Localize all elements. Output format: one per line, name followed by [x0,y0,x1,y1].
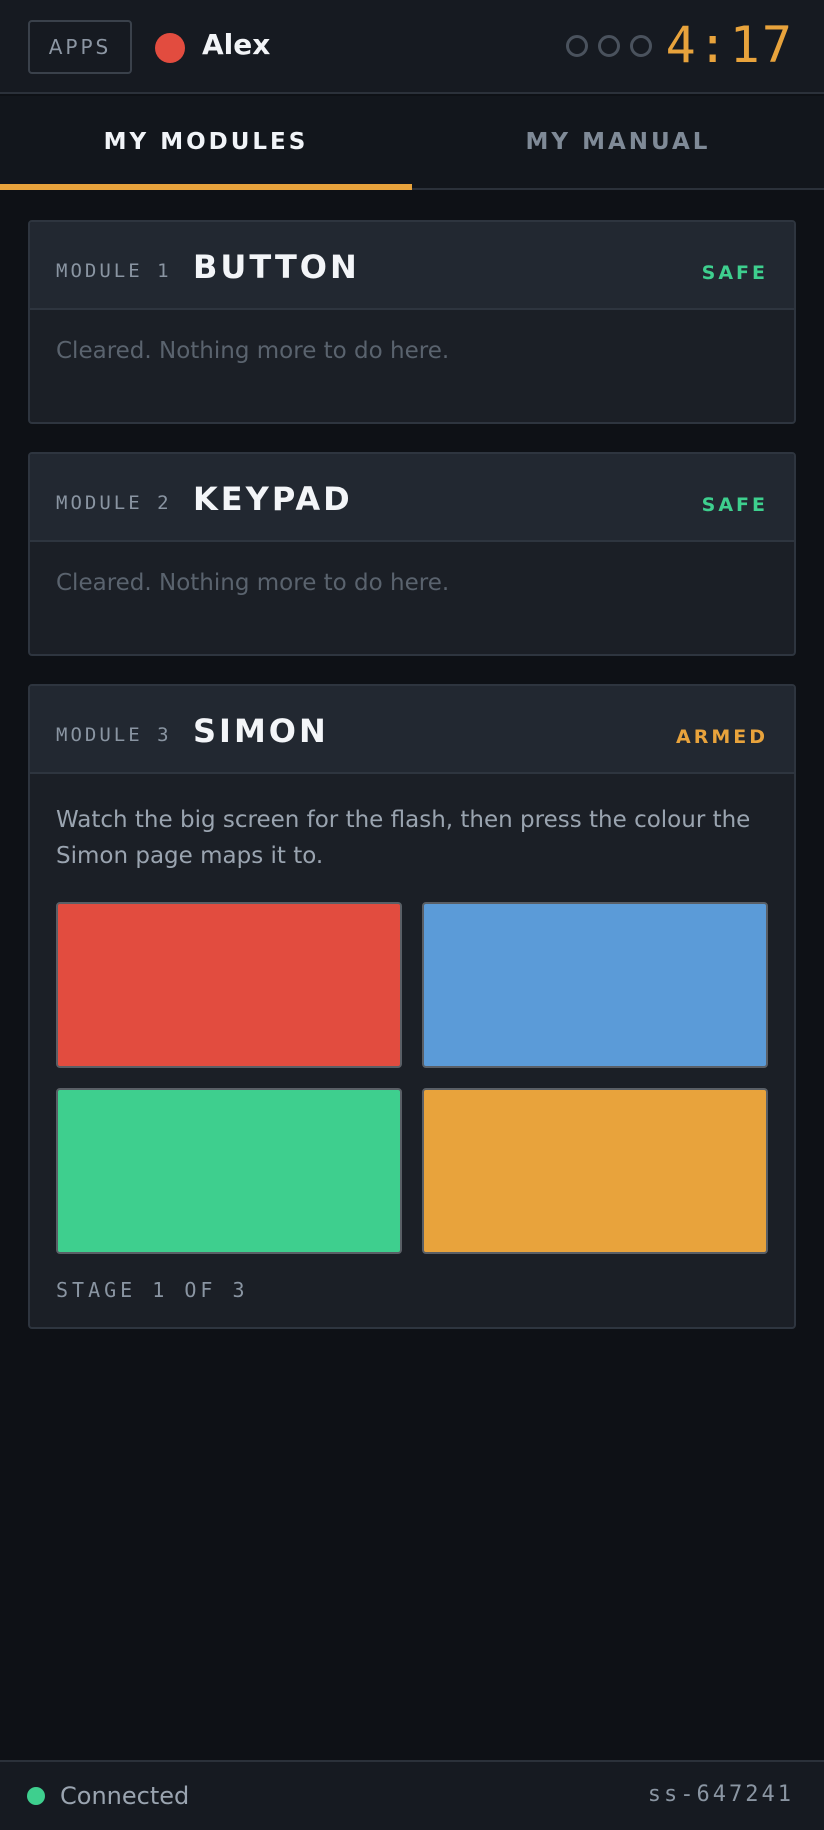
simon-green-button[interactable] [56,1088,402,1254]
module-status-badge: ARMED [676,726,768,748]
module-card-simon: MODULE 3 SIMON ARMED Watch the big scree… [28,684,796,1329]
strike-icon [598,35,620,57]
tab-my-modules[interactable]: MY MODULES [0,96,412,190]
simon-blue-button[interactable] [422,902,768,1068]
module-number: MODULE 3 [56,724,172,746]
module-body: Watch the big screen for the flash, then… [30,774,794,1327]
simon-instructions: Watch the big screen for the flash, then… [56,807,751,869]
simon-button-grid [56,902,768,1254]
player-color-dot [155,33,185,63]
strike-icon [630,35,652,57]
simon-stage-indicator: STAGE 1 OF 3 [56,1278,249,1302]
game-page: APPS Alex 4:17 MY MODULES MY MANUAL MODU… [0,0,824,1830]
module-header: MODULE 2 KEYPAD SAFE [30,454,794,542]
connection-status-dot [27,1787,45,1805]
module-header: MODULE 1 BUTTON SAFE [30,222,794,310]
module-cleared-message: Cleared. Nothing more to do here. [56,338,450,364]
simon-red-button[interactable] [56,902,402,1068]
module-body: Cleared. Nothing more to do here. [30,542,794,624]
tab-my-manual[interactable]: MY MANUAL [412,96,824,188]
module-status-badge: SAFE [701,494,768,516]
apps-button[interactable]: APPS [28,20,132,74]
tab-bar: MY MODULES MY MANUAL [0,96,824,190]
module-name: BUTTON [193,248,360,286]
simon-yellow-button[interactable] [422,1088,768,1254]
player-name: Alex [202,28,271,61]
module-number: MODULE 1 [56,260,172,282]
session-id: ss-647241 [647,1782,794,1807]
module-status-badge: SAFE [701,262,768,284]
connection-status: Connected [60,1782,190,1810]
top-bar: APPS Alex 4:17 [0,0,824,94]
module-header: MODULE 3 SIMON ARMED [30,686,794,774]
strike-indicators [566,35,652,57]
strike-icon [566,35,588,57]
module-name: SIMON [193,712,329,750]
countdown-timer: 4:17 [665,16,794,74]
module-number: MODULE 2 [56,492,172,514]
module-card-keypad: MODULE 2 KEYPAD SAFE Cleared. Nothing mo… [28,452,796,656]
module-name: KEYPAD [193,480,353,518]
status-bar: Connected ss-647241 [0,1760,824,1830]
module-cleared-message: Cleared. Nothing more to do here. [56,570,450,596]
module-card-button: MODULE 1 BUTTON SAFE Cleared. Nothing mo… [28,220,796,424]
module-body: Cleared. Nothing more to do here. [30,310,794,392]
